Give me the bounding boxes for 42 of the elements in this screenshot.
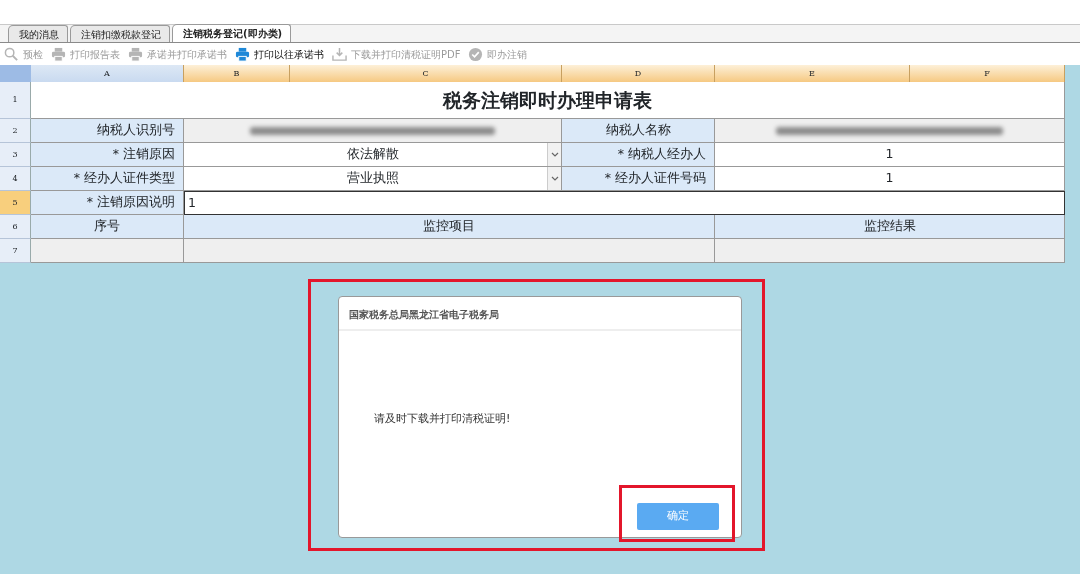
tab[interactable]: 注销税务登记(即办类) <box>172 24 292 42</box>
tab[interactable]: 注销扣缴税款登记 <box>70 25 170 42</box>
dropdown-field[interactable]: 依法解散 <box>184 143 562 167</box>
row-header[interactable]: 6 <box>0 215 31 239</box>
printer-icon <box>128 46 143 62</box>
printer-icon <box>51 46 66 62</box>
toolbar-button[interactable]: 打印以往承诺书 <box>235 46 324 62</box>
column-header[interactable]: B <box>184 65 290 82</box>
column-header[interactable]: C <box>290 65 562 82</box>
field-label: * 注销原因说明 <box>31 191 184 215</box>
table-cell: 1 <box>715 143 1065 167</box>
field-label: * 经办人证件类型 <box>31 167 184 191</box>
printer-icon <box>235 46 250 62</box>
column-header[interactable]: E <box>715 65 910 82</box>
column-header[interactable]: F <box>910 65 1065 82</box>
dialog-title: 国家税务总局黑龙江省电子税务局 <box>339 297 741 331</box>
row-header[interactable]: 2 <box>0 119 31 143</box>
field-label: * 注销原因 <box>31 143 184 167</box>
column-heading: 监控项目 <box>184 215 715 239</box>
input-field[interactable]: 1 <box>184 191 1065 215</box>
tab[interactable]: 我的消息 <box>8 25 68 42</box>
field-label: * 经办人证件号码 <box>562 167 715 191</box>
form-title: 税务注销即时办理申请表 <box>31 82 1065 119</box>
field-label: 纳税人名称 <box>562 119 715 143</box>
column-heading: 监控结果 <box>715 215 1065 239</box>
table-cell: 1 <box>715 167 1065 191</box>
dropdown-field[interactable]: 营业执照 <box>184 167 562 191</box>
field-label: * 纳税人经办人 <box>562 143 715 167</box>
column-header[interactable]: D <box>562 65 715 82</box>
dialog-message: 请及时下载并打印清税证明! <box>374 411 511 427</box>
row-header[interactable]: 5 <box>0 191 31 215</box>
download-icon <box>332 46 347 62</box>
column-header[interactable]: A <box>31 65 184 82</box>
row-header[interactable]: 3 <box>0 143 31 167</box>
field-label: 纳税人识别号 <box>31 119 184 143</box>
column-heading: 序号 <box>31 215 184 239</box>
search-icon <box>4 46 19 62</box>
row-header[interactable]: 4 <box>0 167 31 191</box>
check-icon <box>468 46 484 62</box>
row-header[interactable]: 7 <box>0 239 31 263</box>
select-all-corner[interactable] <box>0 65 31 82</box>
row-header[interactable]: 1 <box>0 82 31 119</box>
